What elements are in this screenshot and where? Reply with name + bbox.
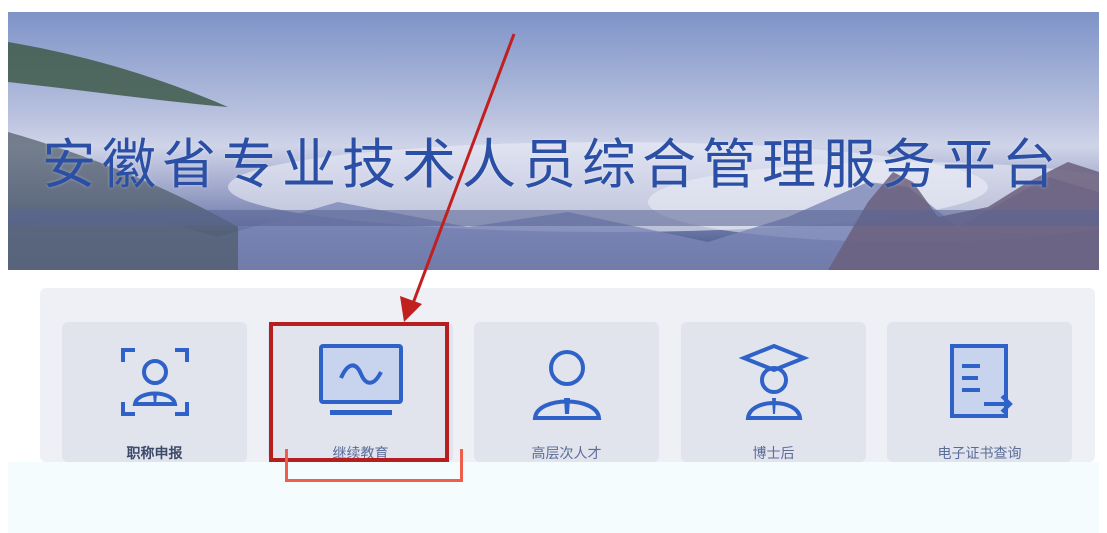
page-footer-area: [8, 462, 1099, 533]
graduate-cap-icon: [738, 343, 809, 420]
card-title-declaration[interactable]: 职称申报: [62, 322, 247, 462]
card-label: 高层次人才: [531, 446, 602, 462]
page-title: 安徽省专业技术人员综合管理服务平台: [42, 133, 1062, 196]
card-label: 博士后: [752, 446, 795, 462]
document-arrow-icon: [949, 344, 1013, 418]
card-postdoc[interactable]: 博士后: [681, 322, 866, 462]
highlight-box: [269, 322, 449, 462]
card-e-certificate-query[interactable]: 电子证书查询: [887, 322, 1072, 462]
highlight-box-secondary: [285, 449, 463, 482]
card-label: 电子证书查询: [937, 446, 1022, 462]
card-high-level-talent[interactable]: 高层次人才: [474, 322, 659, 462]
user-frame-icon: [120, 348, 189, 416]
person-tie-icon: [532, 350, 601, 420]
card-label: 职称申报: [126, 446, 183, 462]
header-banner: 安徽省专业技术人员综合管理服务平台: [8, 12, 1099, 270]
